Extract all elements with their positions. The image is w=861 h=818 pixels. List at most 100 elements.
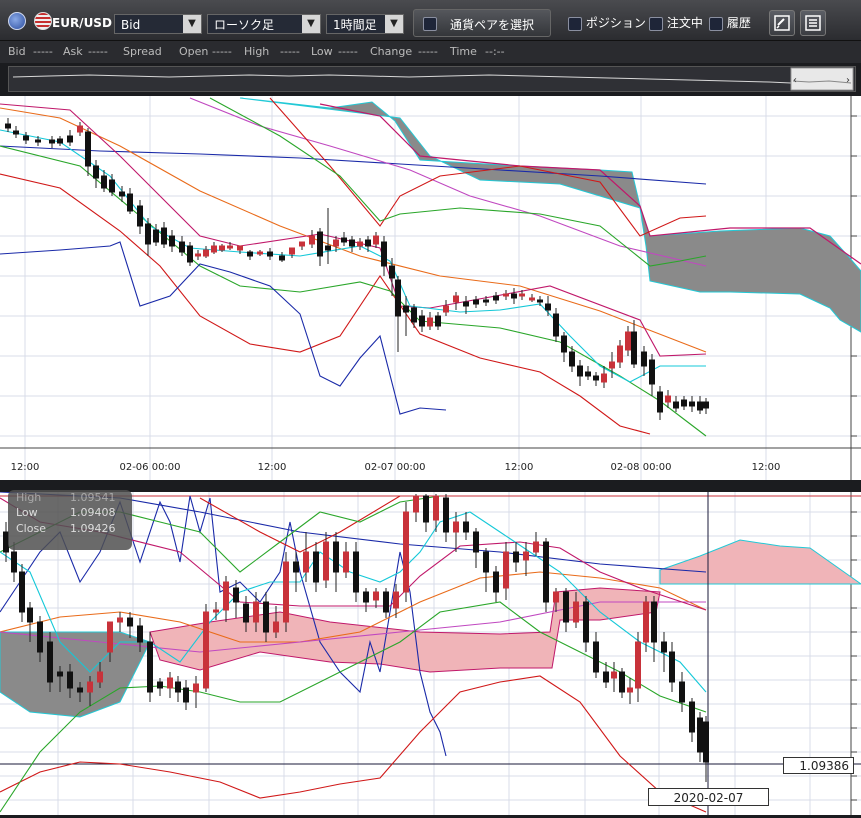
candle-body (373, 591, 379, 601)
history-checkbox[interactable] (709, 16, 723, 31)
main-chart-area[interactable]: 12:00 02-06 00:00 12:00 02-07 00:00 12:00 02-… (0, 96, 861, 480)
crosshair-date-label: 2020-02-07 (648, 788, 769, 806)
candle-body (543, 541, 549, 603)
time-axis-label: 12:00 (752, 462, 781, 473)
low-value: ----- (338, 45, 358, 58)
candle-body (349, 239, 355, 247)
select-pair-checkbox[interactable] (423, 17, 437, 31)
candle-body (665, 395, 671, 403)
candle-body (243, 603, 249, 623)
candle-body (179, 241, 185, 253)
candle-body (289, 247, 295, 255)
candle-body (183, 687, 189, 703)
candle-body (593, 641, 599, 673)
candle-body (93, 165, 99, 179)
candle-body (697, 401, 703, 411)
candle-body (493, 295, 499, 301)
candle-body (237, 245, 243, 251)
candle-body (553, 313, 559, 337)
candle-body (493, 571, 499, 593)
spread-label: Spread (123, 45, 162, 58)
open-value: ----- (212, 45, 232, 58)
edit-chart-button[interactable] (769, 10, 795, 36)
select-pair-label: 通貨ペアを選択 (450, 18, 535, 32)
candle-body (573, 601, 579, 623)
time-axis-label: 12:00 (505, 462, 534, 473)
indicator-line (0, 103, 707, 357)
candle-body (393, 591, 399, 609)
candle-body (703, 401, 709, 409)
candle-body (77, 687, 83, 693)
quote-info-bar: Bid ----- Ask ----- Spread Open ----- Hi… (0, 41, 861, 63)
indicator-line (0, 107, 707, 353)
ohlc-low-label: Low (16, 506, 38, 519)
currency-pair-label[interactable]: EUR/USD (52, 16, 112, 30)
candle-body (219, 245, 225, 251)
candle-body (619, 671, 625, 693)
candle-body (697, 717, 703, 753)
navigator-sparkline: ‹ › (12, 67, 854, 91)
svg-text:‹: ‹ (793, 75, 797, 86)
candle-body (453, 295, 459, 303)
navigator-range-handle[interactable] (790, 67, 854, 91)
ohlc-close-label: Close (16, 522, 46, 535)
candle-body (669, 651, 675, 683)
candle-body (403, 511, 409, 593)
crosshair-price-label: 1.09386 (783, 757, 854, 774)
candle-body (363, 591, 369, 603)
position-toggle[interactable]: ポジション (568, 14, 646, 31)
candle-body (267, 251, 273, 257)
candle-body (167, 677, 173, 689)
chevron-down-icon[interactable]: ▼ (183, 15, 201, 33)
ichimoku-cloud (239, 97, 861, 333)
candle-body (463, 521, 469, 533)
candle-body (101, 175, 107, 189)
chart-type-value: ローソク足 (214, 18, 275, 32)
ask-value: ----- (88, 45, 108, 58)
candle-body (175, 681, 181, 693)
list-view-button[interactable] (800, 10, 826, 36)
candle-body (253, 601, 259, 623)
candle-body (689, 701, 695, 733)
chart-type-select[interactable]: ローソク足 ▼ (207, 14, 321, 34)
candle-body (13, 130, 19, 135)
candle-body (67, 135, 73, 143)
timeframe-select[interactable]: 1時間足 ▼ (326, 14, 404, 34)
candle-body (97, 671, 103, 683)
position-checkbox[interactable] (568, 16, 582, 31)
orders-checkbox[interactable] (649, 16, 663, 31)
orders-toggle[interactable]: 注文中 (649, 14, 703, 31)
candle-body (395, 279, 401, 317)
top-candle-chart[interactable]: 12:00 02-06 00:00 12:00 02-07 00:00 12:00 02-… (0, 96, 861, 480)
candle-body (503, 293, 509, 297)
candle-body (593, 375, 599, 381)
candle-body (483, 551, 489, 573)
candle-body (603, 671, 609, 683)
candle-body (443, 305, 449, 313)
chevron-down-icon[interactable]: ▼ (385, 15, 403, 33)
chart-navigator[interactable]: ‹ › (8, 66, 856, 92)
candle-body (463, 301, 469, 307)
select-pair-button[interactable]: 通貨ペアを選択 (413, 9, 551, 37)
candle-body (483, 299, 489, 303)
candle-body (263, 601, 269, 633)
candle-body (117, 617, 123, 623)
candle-body (657, 391, 663, 413)
candle-body (611, 671, 617, 679)
candle-body (681, 399, 687, 407)
candle-body (57, 671, 63, 677)
candle-body (513, 551, 519, 563)
candle-body (227, 245, 233, 249)
history-toggle[interactable]: 履歴 (709, 14, 751, 31)
bid-value: ----- (33, 45, 53, 58)
candle-body (211, 245, 217, 253)
price-type-select[interactable]: Bid ▼ (114, 14, 202, 34)
toolbar: EUR/USD Bid ▼ ローソク足 ▼ 1時間足 ▼ 通貨ペアを選択 ポジシ… (0, 0, 861, 41)
candle-body (427, 317, 433, 327)
candle-body (533, 541, 539, 553)
chevron-down-icon[interactable]: ▼ (302, 15, 320, 33)
candle-body (569, 351, 575, 367)
candle-body (601, 373, 607, 383)
candle-body (19, 571, 25, 613)
candle-body (57, 138, 63, 144)
